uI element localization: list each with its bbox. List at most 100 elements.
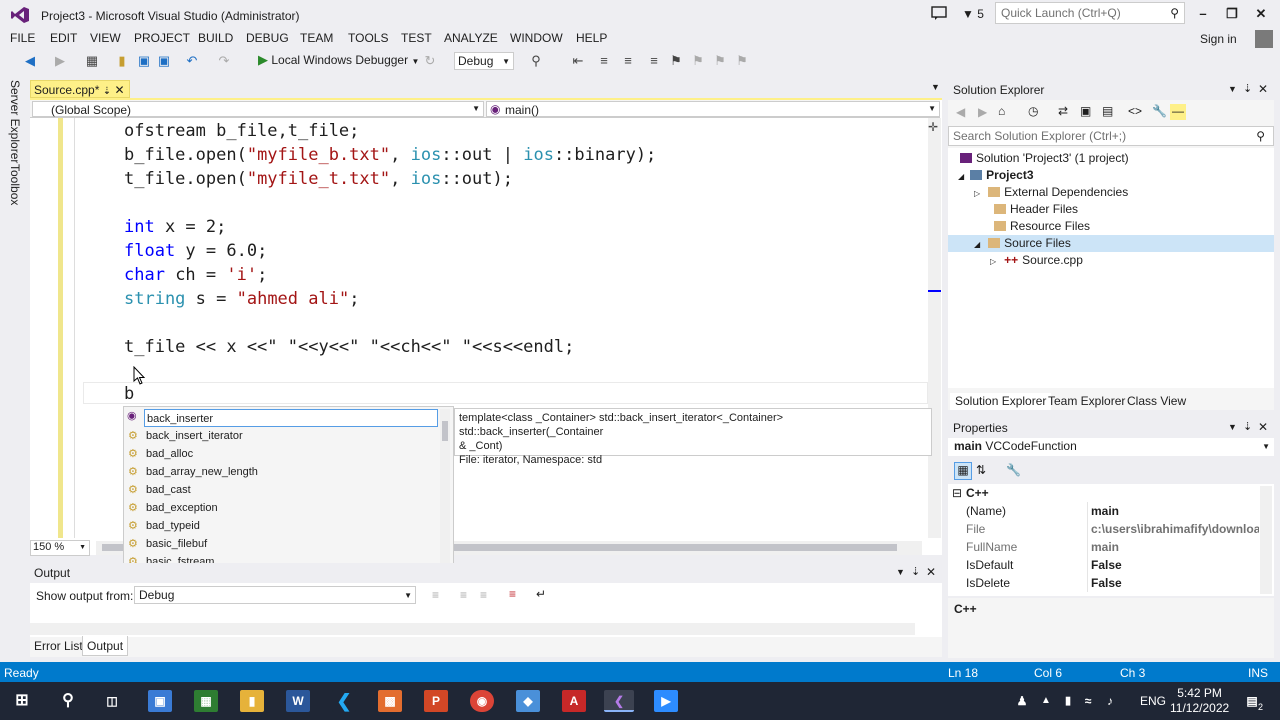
intellisense-item[interactable]: ⚙ bad_alloc xyxy=(124,445,439,463)
wifi-icon[interactable]: ≈ xyxy=(1080,690,1096,712)
code-line-10[interactable]: t_file << x <<" "<<y<<" "<<ch<<" "<<s<<e… xyxy=(124,335,574,359)
close-icon[interactable]: ✕ xyxy=(926,565,936,579)
volume-icon[interactable]: ♪ xyxy=(1102,690,1118,712)
collapse-all-icon[interactable]: ▣ xyxy=(1080,104,1091,118)
menu-help[interactable]: HELP xyxy=(576,31,607,45)
intellisense-item[interactable]: back_inserter xyxy=(144,409,438,427)
alphabetical-icon[interactable]: ⇅ xyxy=(976,463,986,477)
redo-icon[interactable]: ↷ xyxy=(216,53,232,69)
tree-item-header-files[interactable]: Header Files xyxy=(994,201,1078,218)
acrobat-icon[interactable]: A xyxy=(562,690,586,712)
pin-icon[interactable]: ⇣ xyxy=(911,565,920,578)
next-bookmark-icon[interactable]: ⚑ xyxy=(712,53,728,69)
battery-icon[interactable]: ▮ xyxy=(1060,690,1076,712)
properties-object-select[interactable]: main VCCodeFunction ▼ xyxy=(948,438,1274,456)
tab-solution-explorer[interactable]: Solution Explorer xyxy=(950,393,1052,410)
intellisense-item[interactable]: ⚙ bad_typeid xyxy=(124,517,439,535)
property-scrollbar[interactable] xyxy=(1260,486,1272,594)
next-message-icon[interactable]: ≡ xyxy=(480,588,487,602)
save-all-icon[interactable]: ▣ xyxy=(156,53,172,69)
back-icon[interactable]: ◀ xyxy=(22,53,38,69)
configuration-select[interactable]: Debug ▼ xyxy=(454,52,514,70)
toolbox-tab[interactable]: Toolbox xyxy=(8,164,22,205)
home-icon[interactable]: ⌂ xyxy=(998,104,1005,118)
code-line-5[interactable]: int x = 2; xyxy=(124,215,226,239)
output-source-select[interactable]: Debug ▼ xyxy=(134,586,416,604)
intellisense-item[interactable]: ⚙ bad_cast xyxy=(124,481,439,499)
code-line-6[interactable]: float y = 6.0; xyxy=(124,239,267,263)
tab-output[interactable]: Output xyxy=(82,636,129,656)
code-line-2[interactable]: b_file.open("myfile_b.txt", ios::out | i… xyxy=(124,143,656,167)
forward-icon[interactable]: ▶ xyxy=(978,105,987,119)
chrome-icon[interactable]: ◉ xyxy=(470,690,494,712)
close-icon[interactable]: ✕ xyxy=(114,83,124,97)
minimize-button[interactable]: – xyxy=(1193,6,1213,22)
member-dropdown[interactable]: ◉ main() ▼ xyxy=(486,101,940,117)
comment-icon[interactable]: ≡ xyxy=(596,53,612,69)
powerpoint-icon[interactable]: P xyxy=(424,690,448,712)
find-icon[interactable]: ⚲ xyxy=(528,53,544,69)
step-icon[interactable]: ⇤ xyxy=(570,53,586,69)
network-app-icon[interactable]: ▦ xyxy=(194,690,218,712)
new-project-icon[interactable]: ▦ xyxy=(84,53,100,69)
refresh-icon[interactable]: ↻ xyxy=(422,53,438,69)
menu-view[interactable]: VIEW xyxy=(90,31,121,45)
save-icon[interactable]: ▣ xyxy=(136,53,152,69)
intellisense-scroll-thumb[interactable] xyxy=(442,421,448,441)
word-icon[interactable]: W xyxy=(286,690,310,712)
tree-item-source-cpp[interactable]: ▷ ++ Source.cpp xyxy=(990,252,1083,269)
maximize-button[interactable]: ❐ xyxy=(1222,6,1242,22)
task-view-icon[interactable]: ◫ xyxy=(100,690,124,712)
prev-message-icon[interactable]: ≡ xyxy=(460,588,467,602)
view-code-icon[interactable]: <> xyxy=(1128,104,1142,118)
indent-icon[interactable]: ≡ xyxy=(620,53,636,69)
tab-dropdown-icon[interactable]: ▼ xyxy=(931,82,940,92)
server-explorer-tab[interactable]: Server Explorer xyxy=(8,80,22,163)
menu-window[interactable]: WINDOW xyxy=(510,31,563,45)
tab-class-view[interactable]: Class View xyxy=(1122,393,1191,410)
property-row[interactable]: IsDefault False xyxy=(948,556,1260,574)
bookmark-icon[interactable]: ⚑ xyxy=(668,53,684,69)
start-debugger-button[interactable]: ▶ Local Windows Debugger ▼ xyxy=(258,52,419,68)
property-pages-icon[interactable]: 🔧 xyxy=(1006,463,1021,477)
outdent-icon[interactable]: ≡ xyxy=(646,53,662,69)
pin-icon[interactable]: ⇣ xyxy=(103,86,111,97)
intellisense-item[interactable]: ⚙ back_insert_iterator xyxy=(124,427,439,445)
close-icon[interactable]: ✕ xyxy=(1258,420,1268,434)
tree-item-source-files[interactable]: ◢ Source Files xyxy=(948,235,1274,252)
properties-wrench-icon[interactable]: 🔧 xyxy=(1152,104,1167,118)
menu-test[interactable]: TEST xyxy=(401,31,432,45)
preview-icon[interactable]: — xyxy=(1170,104,1186,120)
visual-studio-icon[interactable]: ❮ xyxy=(604,690,634,712)
dropdown-icon[interactable]: ▼ xyxy=(1228,84,1237,94)
code-line-1[interactable]: ofstream b_file,t_file; xyxy=(124,119,359,143)
categorized-icon[interactable]: ▦ xyxy=(954,462,972,480)
back-icon[interactable]: ◀ xyxy=(956,105,965,119)
people-icon[interactable]: ♟ xyxy=(1012,690,1032,712)
forward-icon[interactable]: ▶ xyxy=(52,53,68,69)
tree-item-external-deps[interactable]: ▷ External Dependencies xyxy=(974,184,1128,201)
menu-tools[interactable]: TOOLS xyxy=(348,31,388,45)
tree-item-project[interactable]: ◢ Project3 xyxy=(958,167,1034,184)
editor-vertical-scrollbar[interactable] xyxy=(928,118,941,538)
property-row[interactable]: IsDelete False xyxy=(948,574,1260,592)
tab-error-list[interactable]: Error List xyxy=(30,636,87,656)
taskbar-clock[interactable]: 5:42 PM 11/12/2022 xyxy=(1170,686,1229,716)
scope-dropdown[interactable]: (Global Scope) ▼ xyxy=(32,101,484,117)
quick-launch-input[interactable]: Quick Launch (Ctrl+Q) ⚲ xyxy=(995,2,1185,24)
intellisense-item[interactable]: ⚙ basic_filebuf xyxy=(124,535,439,553)
property-row[interactable]: (Name) main xyxy=(948,502,1260,520)
menu-team[interactable]: TEAM xyxy=(300,31,333,45)
sign-in-link[interactable]: Sign in xyxy=(1200,32,1237,46)
tab-source-cpp[interactable]: Source.cpp* ⇣ ✕ xyxy=(30,80,130,98)
prev-bookmark-icon[interactable]: ⚑ xyxy=(690,53,706,69)
menu-project[interactable]: PROJECT xyxy=(134,31,190,45)
property-category[interactable]: ⊟ C++ xyxy=(948,484,1260,502)
dropdown-icon[interactable]: ▼ xyxy=(1228,422,1237,432)
zoom-select[interactable]: 150 % ▼ xyxy=(30,540,90,556)
dropdown-icon[interactable]: ▼ xyxy=(896,567,905,577)
code-line-8[interactable]: string s = "ahmed ali"; xyxy=(124,287,359,311)
close-button[interactable]: ✕ xyxy=(1251,6,1271,22)
menu-build[interactable]: BUILD xyxy=(198,31,233,45)
open-file-icon[interactable]: ▮ xyxy=(114,53,130,69)
